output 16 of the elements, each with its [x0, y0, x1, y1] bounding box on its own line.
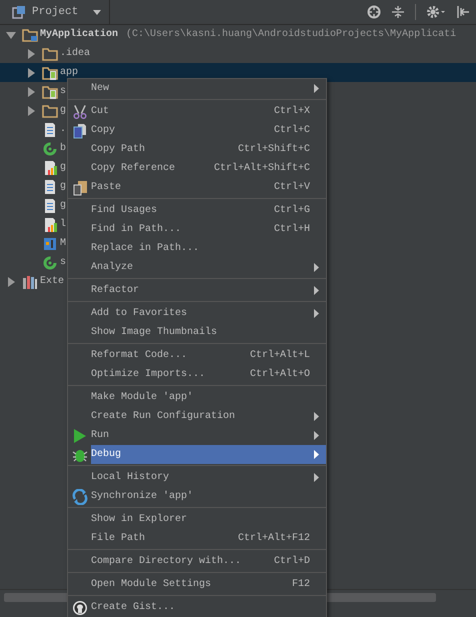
item-label: l	[60, 218, 66, 230]
item-label: Exte	[40, 276, 64, 288]
item-label: s	[60, 256, 66, 268]
item-label: .	[60, 124, 66, 136]
item-label: M	[60, 238, 66, 250]
item-label: app	[60, 66, 78, 78]
item-label: .idea	[60, 48, 90, 60]
item-label: MyApplication	[40, 28, 118, 40]
path-text: (C:\Users\kasni.huang\AndroidstudioProjects\MyApplicati	[126, 28, 456, 40]
item-label: s	[60, 86, 66, 98]
item-label: b	[60, 142, 66, 154]
item-label: g	[60, 180, 66, 192]
item-label: g	[60, 200, 66, 212]
item-label: g	[60, 104, 66, 116]
item-label: g	[60, 162, 66, 174]
view-label: Project	[32, 6, 80, 18]
